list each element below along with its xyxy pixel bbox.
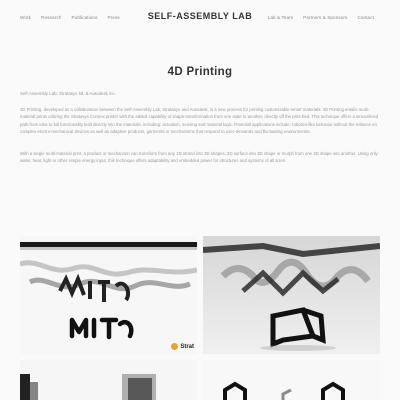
nav-link-partners-sponsors[interactable]: Partners & Sponsors	[303, 15, 347, 20]
gallery-image-4[interactable]	[203, 360, 380, 400]
description-paragraph-2: With a single multi-material print, a pr…	[20, 151, 378, 164]
folding-cubes-graphic	[203, 236, 380, 354]
gallery-image-3-graphic	[20, 374, 156, 400]
gallery-image-folding-cubes[interactable]	[203, 236, 380, 354]
gallery-image-3[interactable]	[20, 360, 197, 400]
nav-link-lab-team[interactable]: Lab & Team	[268, 15, 293, 20]
stratasys-logo: Strat	[171, 343, 194, 350]
page: Work Research Publications Press SELF-AS…	[0, 0, 400, 400]
stratasys-mark-icon	[171, 343, 179, 350]
stratasys-logo-text: Strat	[180, 343, 194, 350]
gallery-image-4-graphic	[223, 381, 345, 400]
page-title: 4D Printing	[167, 66, 233, 78]
gallery-image-strand-to-mit[interactable]: Strat	[20, 236, 197, 354]
strand-sequence-graphic	[20, 242, 197, 340]
description-paragraph-1: 4D Printing, developed as a collaboratio…	[20, 107, 379, 135]
project-credit: Self-Assembly Lab, Stratasys ltd. & Auto…	[20, 91, 116, 96]
secondary-nav: Lab & Team Partners & Sponsors Contact	[268, 15, 374, 20]
nav-link-contact[interactable]: Contact	[357, 15, 374, 20]
